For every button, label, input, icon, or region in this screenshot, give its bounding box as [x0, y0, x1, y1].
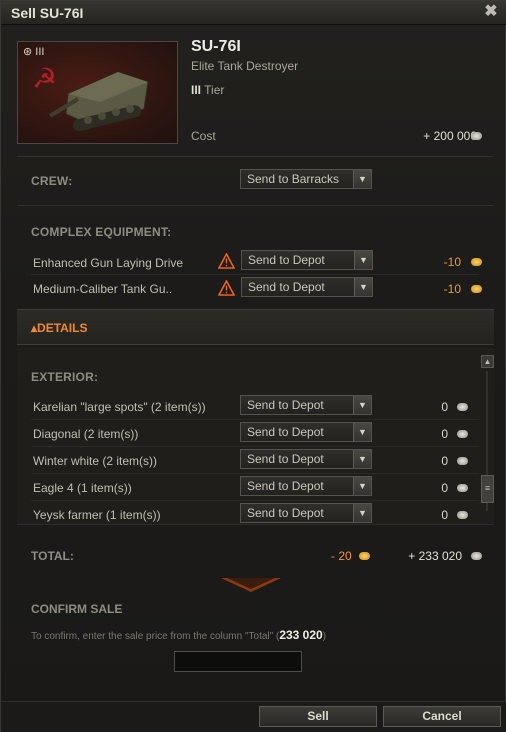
credits-icon — [457, 484, 468, 492]
cost-label: Cost — [191, 129, 216, 143]
exterior-action-dropdown[interactable]: Send to Depot ▼ — [240, 422, 372, 442]
chevron-down-icon: ▼ — [353, 423, 371, 441]
dropdown-value: Send to Depot — [248, 280, 325, 294]
confirm-price-input[interactable] — [174, 651, 302, 672]
divider — [17, 156, 493, 157]
elite-badge: ⊛ III — [23, 46, 45, 58]
scroll-up-icon[interactable]: ▲ — [481, 355, 494, 368]
chevron-down-icon: ▼ — [353, 450, 371, 468]
confirm-heading: CONFIRM SALE — [31, 602, 123, 616]
equipment-label: Medium-Caliber Tank Gu.. — [33, 282, 173, 296]
equipment-action-dropdown[interactable]: Send to Depot ▼ — [241, 277, 373, 297]
exterior-item-label: Winter white (2 item(s)) — [33, 454, 158, 468]
exterior-item-label: Karelian "large spots" (2 item(s)) — [33, 400, 206, 414]
exterior-item-price: 0 — [441, 427, 448, 441]
exterior-item-price: 0 — [441, 454, 448, 468]
sell-button[interactable]: Sell — [259, 706, 377, 727]
row-divider — [31, 419, 479, 420]
dropdown-value: Send to Barracks — [247, 172, 340, 186]
divider — [17, 205, 493, 206]
dropdown-value: Send to Depot — [247, 452, 324, 466]
chevron-down-icon: ▼ — [353, 396, 371, 414]
dropdown-value: Send to Depot — [247, 398, 324, 412]
row-divider — [31, 500, 479, 501]
cancel-button[interactable]: Cancel — [383, 706, 501, 727]
credits-icon — [457, 511, 468, 519]
equipment-price: -10 — [443, 255, 461, 269]
title-bar[interactable]: Sell SU-76I ✖ — [1, 1, 506, 25]
row-divider — [31, 446, 479, 447]
chevron-down-icon: ▼ — [353, 170, 371, 188]
credits-icon — [471, 132, 482, 140]
crew-action-dropdown[interactable]: Send to Barracks ▼ — [240, 169, 372, 189]
exterior-item-price: 0 — [441, 481, 448, 495]
total-gold: - 20 — [331, 549, 352, 563]
total-credits: + 233 020 — [408, 549, 462, 563]
confirm-instruction: To confirm, enter the sale price from th… — [31, 628, 327, 642]
exterior-item-label: Eagle 4 (1 item(s)) — [33, 481, 132, 495]
vehicle-image: ⊛ III ☭ — [17, 41, 178, 144]
exterior-action-dropdown[interactable]: Send to Depot ▼ — [240, 395, 372, 415]
row-divider — [31, 473, 479, 474]
credits-icon — [457, 457, 468, 465]
dialog-title: Sell SU-76I — [11, 5, 84, 21]
credits-icon — [457, 430, 468, 438]
dropdown-value: Send to Depot — [248, 253, 325, 267]
vehicle-type: Elite Tank Destroyer — [191, 59, 299, 73]
row-divider — [31, 274, 479, 275]
chevron-down-icon: ▼ — [354, 278, 372, 296]
exterior-item-price: 0 — [441, 508, 448, 522]
chevron-down-icon: ▼ — [353, 504, 371, 522]
equipment-label: Enhanced Gun Laying Drive — [33, 256, 184, 270]
gold-icon — [471, 285, 482, 293]
chevron-down-icon: ▼ — [353, 477, 371, 495]
warning-icon — [218, 280, 235, 296]
equipment-action-dropdown[interactable]: Send to Depot ▼ — [241, 250, 373, 270]
details-label: ▴DETAILS — [31, 321, 88, 335]
total-label: TOTAL: — [31, 549, 74, 563]
vehicle-tier: III Tier — [191, 83, 225, 97]
complex-equipment-heading: COMPLEX EQUIPMENT: — [31, 225, 172, 239]
close-icon[interactable]: ✖ — [483, 4, 499, 20]
gold-icon — [471, 258, 482, 266]
gold-icon — [359, 552, 370, 560]
exterior-item-label: Yeysk farmer (1 item(s)) — [33, 508, 161, 522]
equipment-price: -10 — [443, 282, 461, 296]
exterior-scrollbar[interactable]: ▲ ≡ — [481, 355, 494, 523]
tank-icon — [48, 71, 149, 132]
dropdown-value: Send to Depot — [247, 479, 324, 493]
scroll-thumb[interactable]: ≡ — [481, 475, 494, 503]
dropdown-value: Send to Depot — [247, 425, 324, 439]
credits-icon — [471, 552, 482, 560]
credits-icon — [457, 403, 468, 411]
crew-heading: CREW: — [31, 174, 73, 188]
exterior-item-label: Diagonal (2 item(s)) — [33, 427, 139, 441]
vehicle-name: SU-76I — [191, 38, 241, 55]
chevron-down-icon: ▼ — [354, 251, 372, 269]
details-toggle[interactable]: ▴DETAILS — [17, 309, 494, 345]
warning-icon — [218, 253, 235, 269]
exterior-heading: EXTERIOR: — [31, 370, 99, 384]
exterior-action-dropdown[interactable]: Send to Depot ▼ — [240, 503, 372, 523]
exterior-item-price: 0 — [441, 400, 448, 414]
cost-value: + 200 000 — [423, 129, 477, 143]
dropdown-value: Send to Depot — [247, 506, 324, 520]
exterior-action-dropdown[interactable]: Send to Depot ▼ — [240, 449, 372, 469]
chevron-down-icon — [221, 578, 281, 592]
sell-vehicle-dialog: Sell SU-76I ✖ ⊛ III ☭ SU-76I Elite Tank … — [0, 0, 506, 732]
exterior-action-dropdown[interactable]: Send to Depot ▼ — [240, 476, 372, 496]
